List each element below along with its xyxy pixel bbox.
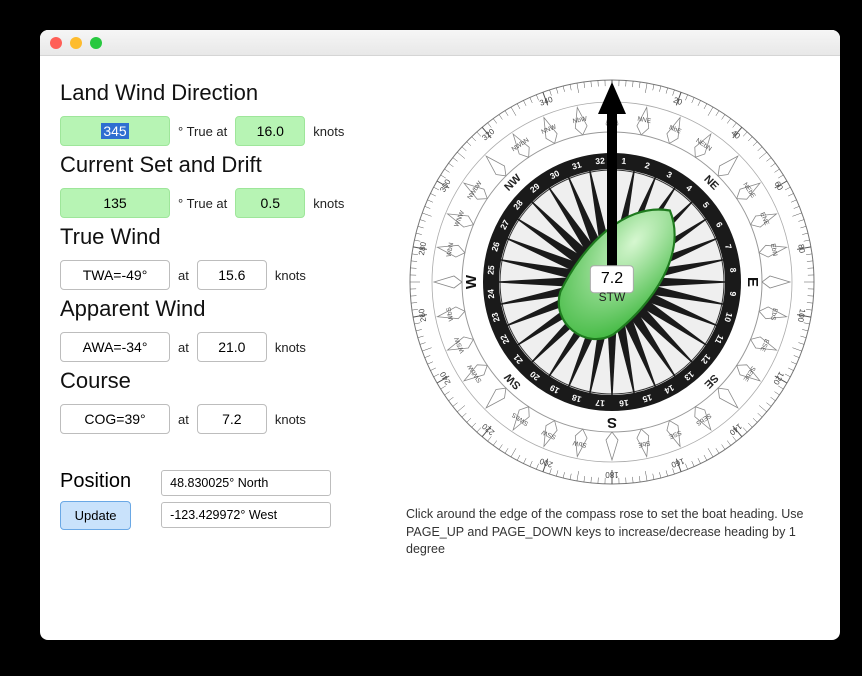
svg-text:24: 24	[485, 288, 496, 299]
true-wind-unit: knots	[275, 268, 306, 283]
controls-pane: Land Wind Direction 345 ° True at 16.0 k…	[40, 56, 392, 640]
close-icon[interactable]	[50, 37, 62, 49]
content: Land Wind Direction 345 ° True at 16.0 k…	[40, 56, 840, 640]
update-button[interactable]: Update	[60, 501, 131, 530]
latitude-input[interactable]: 48.830025° North	[161, 470, 331, 496]
apparent-wind-unit: knots	[275, 340, 306, 355]
course-angle-output: COG=39°	[60, 404, 170, 434]
compass-rose[interactable]: 0204060801001201401601802002202402602803…	[402, 72, 822, 492]
land-wind-unit: knots	[313, 124, 344, 139]
course-row: COG=39° at 7.2 knots	[60, 404, 386, 434]
svg-text:16: 16	[618, 398, 629, 409]
current-direction-input[interactable]: 135	[60, 188, 170, 218]
land-wind-direction-input[interactable]: 345	[60, 116, 170, 146]
svg-text:25: 25	[485, 265, 496, 276]
current-mid-label: ° True at	[178, 196, 227, 211]
current-row: 135 ° True at 0.5 knots	[60, 188, 386, 218]
longitude-input[interactable]: -123.429972° West	[161, 502, 331, 528]
svg-text:32: 32	[595, 155, 606, 166]
stw-label: STW	[599, 290, 626, 304]
stw-value: 7.2	[590, 265, 634, 293]
land-wind-mid-label: ° True at	[178, 124, 227, 139]
apparent-wind-mid-label: at	[178, 340, 189, 355]
land-wind-speed-input[interactable]: 16.0	[235, 116, 305, 146]
land-wind-title: Land Wind Direction	[60, 80, 386, 106]
true-wind-mid-label: at	[178, 268, 189, 283]
true-wind-speed-output: 15.6	[197, 260, 267, 290]
course-speed-output: 7.2	[197, 404, 267, 434]
titlebar	[40, 30, 840, 56]
position-block: Position Update 48.830025° North -123.42…	[60, 470, 386, 530]
current-unit: knots	[313, 196, 344, 211]
compass-pane: 0204060801001201401601802002202402602803…	[392, 56, 840, 640]
apparent-wind-title: Apparent Wind	[60, 296, 386, 322]
true-wind-row: TWA=-49° at 15.6 knots	[60, 260, 386, 290]
course-unit: knots	[275, 412, 306, 427]
minimize-icon[interactable]	[70, 37, 82, 49]
svg-text:W: W	[463, 274, 480, 289]
current-speed-input[interactable]: 0.5	[235, 188, 305, 218]
apparent-wind-angle-output: AWA=-34°	[60, 332, 170, 362]
true-wind-title: True Wind	[60, 224, 386, 250]
svg-text:17: 17	[595, 398, 606, 409]
apparent-wind-speed-output: 21.0	[197, 332, 267, 362]
apparent-wind-row: AWA=-34° at 21.0 knots	[60, 332, 386, 362]
true-wind-angle-output: TWA=-49°	[60, 260, 170, 290]
course-title: Course	[60, 368, 386, 394]
svg-text:180: 180	[605, 470, 619, 479]
zoom-icon[interactable]	[90, 37, 102, 49]
position-title: Position	[60, 470, 131, 493]
svg-text:E: E	[744, 277, 761, 287]
app-window: Land Wind Direction 345 ° True at 16.0 k…	[40, 30, 840, 640]
svg-text:S: S	[607, 414, 617, 431]
current-title: Current Set and Drift	[60, 152, 386, 178]
land-wind-row: 345 ° True at 16.0 knots	[60, 116, 386, 146]
course-mid-label: at	[178, 412, 189, 427]
compass-hint: Click around the edge of the compass ros…	[402, 506, 822, 559]
